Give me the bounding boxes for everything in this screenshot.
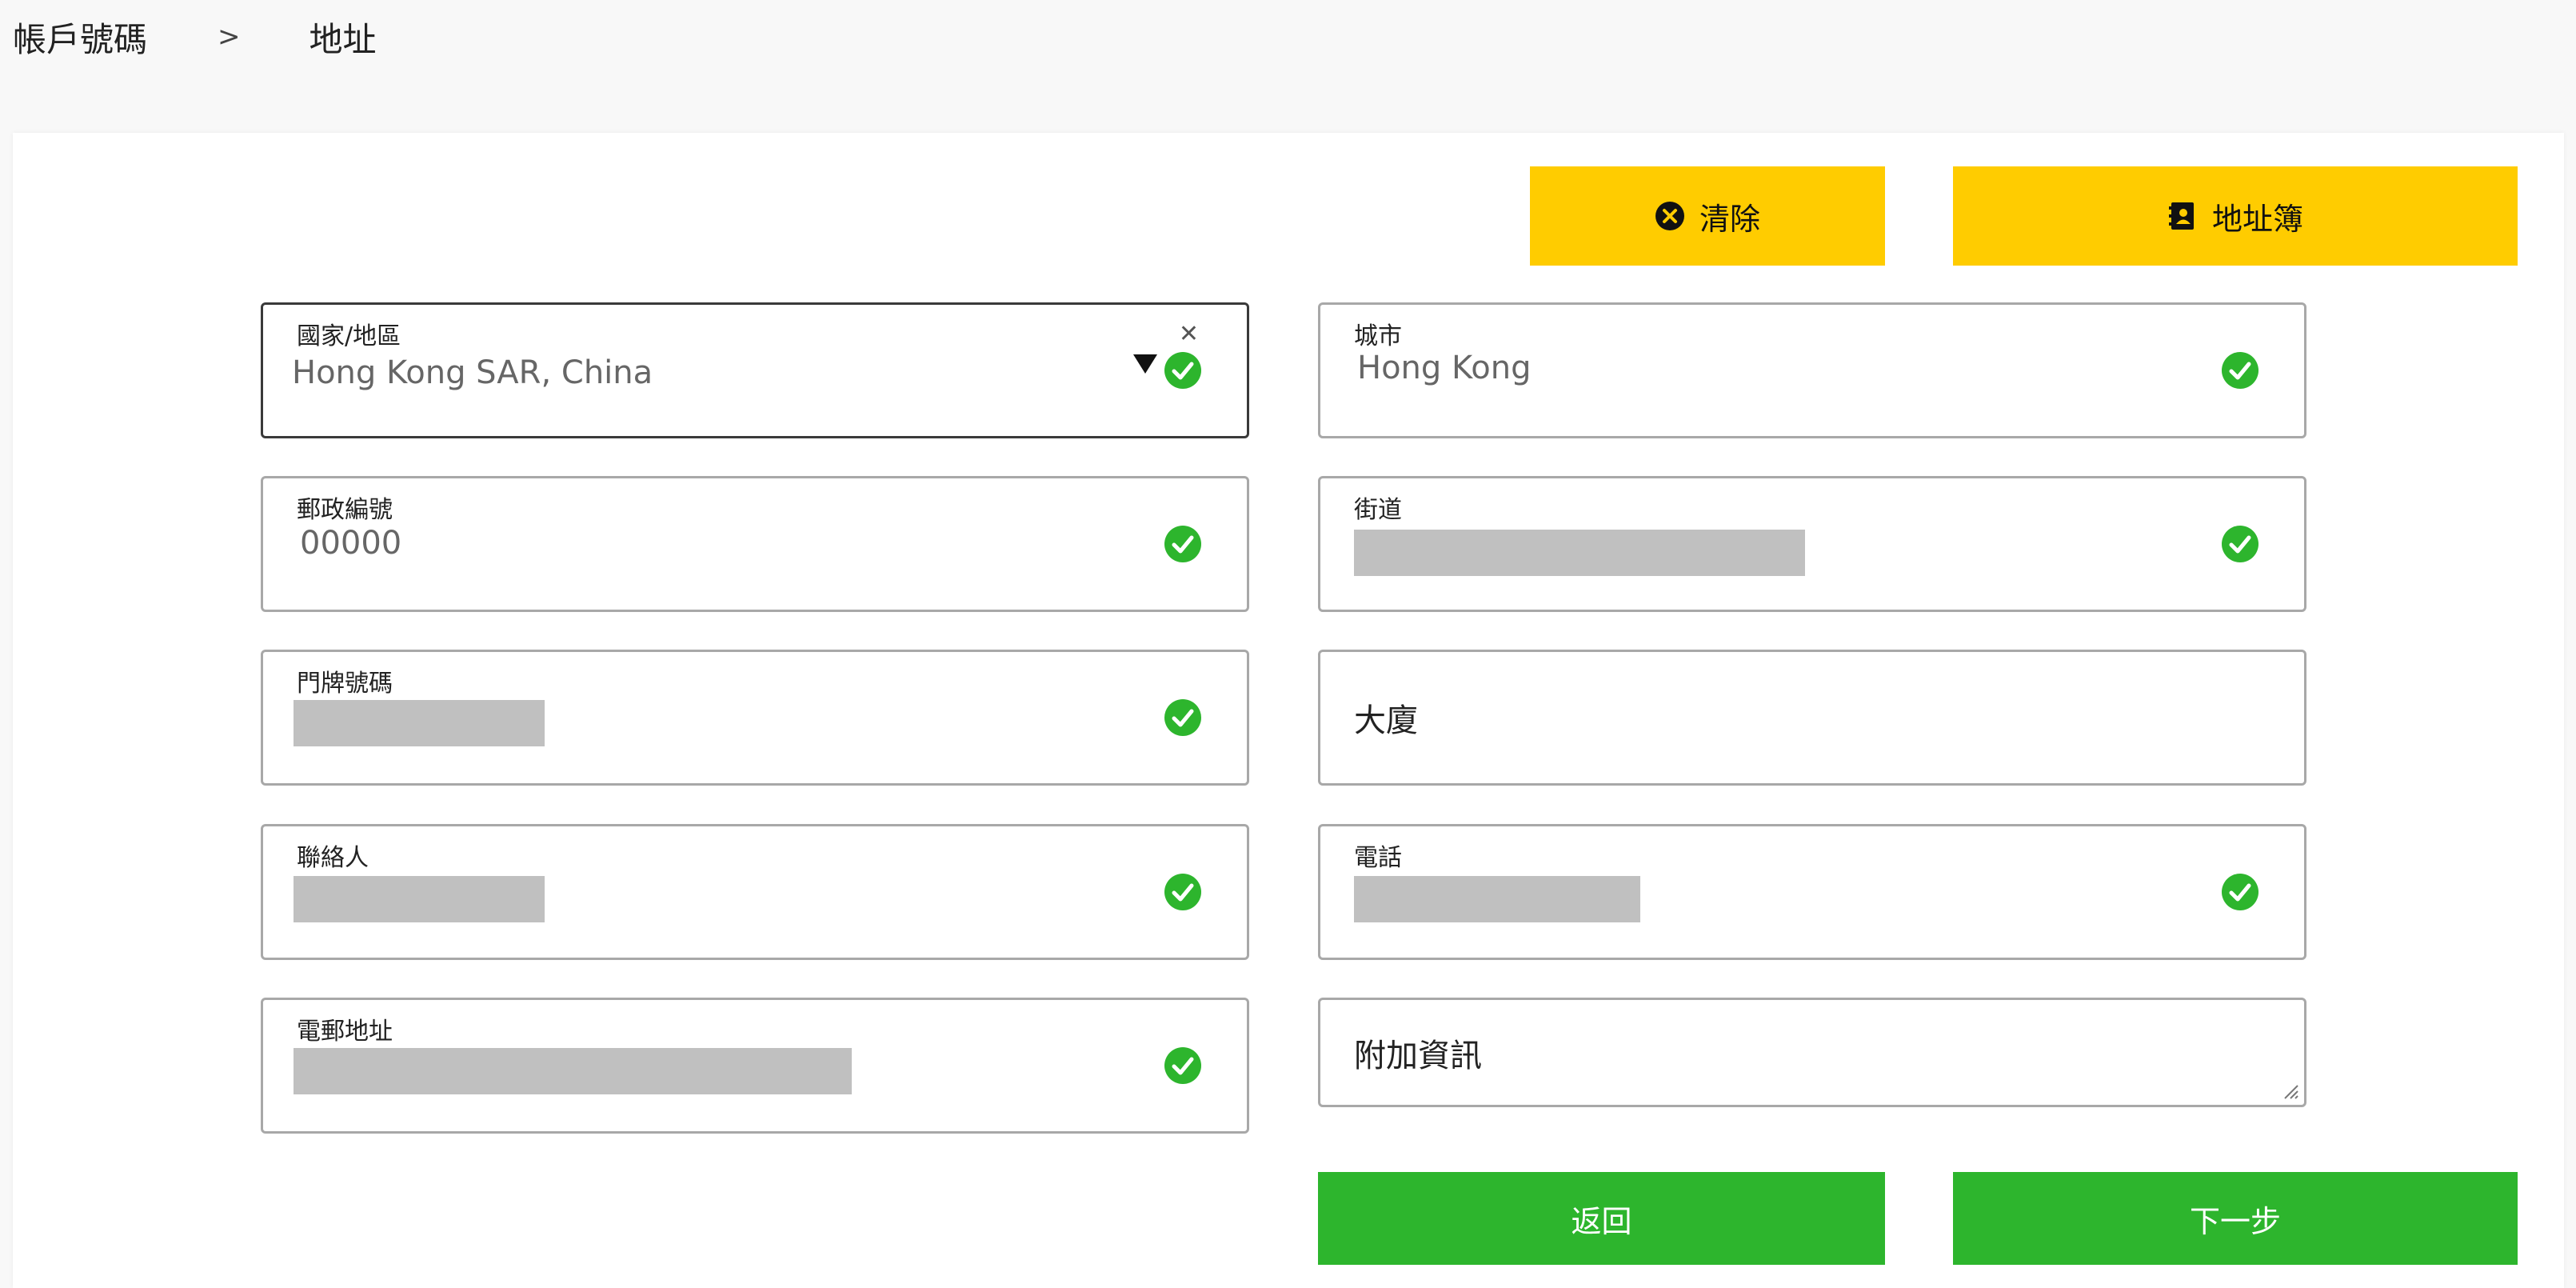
breadcrumb-account-number[interactable]: 帳戶號碼	[13, 13, 147, 62]
dropdown-arrow-icon[interactable]	[1133, 354, 1157, 374]
postal-code-label: 郵政編號	[297, 496, 393, 524]
check-circle-icon	[2222, 526, 2258, 562]
clear-button[interactable]: 清除	[1530, 166, 1885, 266]
check-circle-icon	[1164, 874, 1201, 910]
country-select[interactable]: 國家/地區 Hong Kong SAR, China ✕	[261, 302, 1249, 438]
phone-value-redacted	[1354, 876, 1640, 922]
email-label: 電郵地址	[297, 1018, 393, 1046]
resize-handle-icon[interactable]	[2282, 1082, 2299, 1100]
breadcrumb-current-address: 地址	[309, 19, 377, 59]
check-circle-icon	[1164, 1047, 1201, 1084]
country-clear-icon[interactable]: ✕	[1179, 322, 1199, 346]
postal-code-field[interactable]: 郵政編號 00000	[261, 476, 1249, 612]
email-field[interactable]: 電郵地址	[261, 998, 1249, 1134]
clear-circle-x-icon	[1655, 201, 1685, 231]
building-placeholder: 大廈	[1354, 702, 1418, 739]
breadcrumb-separator: >	[218, 21, 241, 53]
house-number-value-redacted	[294, 700, 545, 746]
additional-info-placeholder: 附加資訊	[1354, 1037, 1482, 1074]
contact-person-field[interactable]: 聯絡人	[261, 824, 1249, 960]
next-button[interactable]: 下一步	[1953, 1172, 2518, 1265]
breadcrumb: 帳戶號碼 > 地址	[13, 11, 377, 62]
country-label: 國家/地區	[297, 322, 401, 350]
additional-info-textarea[interactable]: 附加資訊	[1318, 998, 2306, 1107]
email-value-redacted	[294, 1048, 852, 1094]
clear-button-label: 清除	[1699, 201, 1760, 237]
check-circle-icon	[1164, 699, 1201, 736]
next-button-label: 下一步	[2189, 1203, 2281, 1239]
address-book-icon	[2167, 201, 2198, 231]
check-circle-icon	[1164, 352, 1201, 389]
contact-person-value-redacted	[294, 876, 545, 922]
street-field[interactable]: 街道	[1318, 476, 2306, 612]
building-field[interactable]: 大廈	[1318, 650, 2306, 786]
country-value: Hong Kong SAR, China	[292, 354, 653, 391]
city-field[interactable]: 城市 Hong Kong	[1318, 302, 2306, 438]
contact-person-label: 聯絡人	[297, 844, 369, 872]
street-label: 街道	[1354, 496, 1402, 524]
postal-code-value: 00000	[300, 525, 402, 562]
house-number-field[interactable]: 門牌號碼	[261, 650, 1249, 786]
back-button-label: 返回	[1571, 1203, 1632, 1239]
address-book-button-label: 地址簿	[2211, 201, 2303, 237]
back-button[interactable]: 返回	[1318, 1172, 1885, 1265]
phone-field[interactable]: 電話	[1318, 824, 2306, 960]
street-value-redacted	[1354, 530, 1805, 576]
phone-label: 電話	[1354, 844, 1402, 872]
city-value: Hong Kong	[1357, 350, 1532, 386]
address-book-button[interactable]: 地址簿	[1953, 166, 2518, 266]
check-circle-icon	[2222, 352, 2258, 389]
check-circle-icon	[2222, 874, 2258, 910]
city-label: 城市	[1354, 322, 1402, 350]
check-circle-icon	[1164, 526, 1201, 562]
house-number-label: 門牌號碼	[297, 670, 393, 698]
